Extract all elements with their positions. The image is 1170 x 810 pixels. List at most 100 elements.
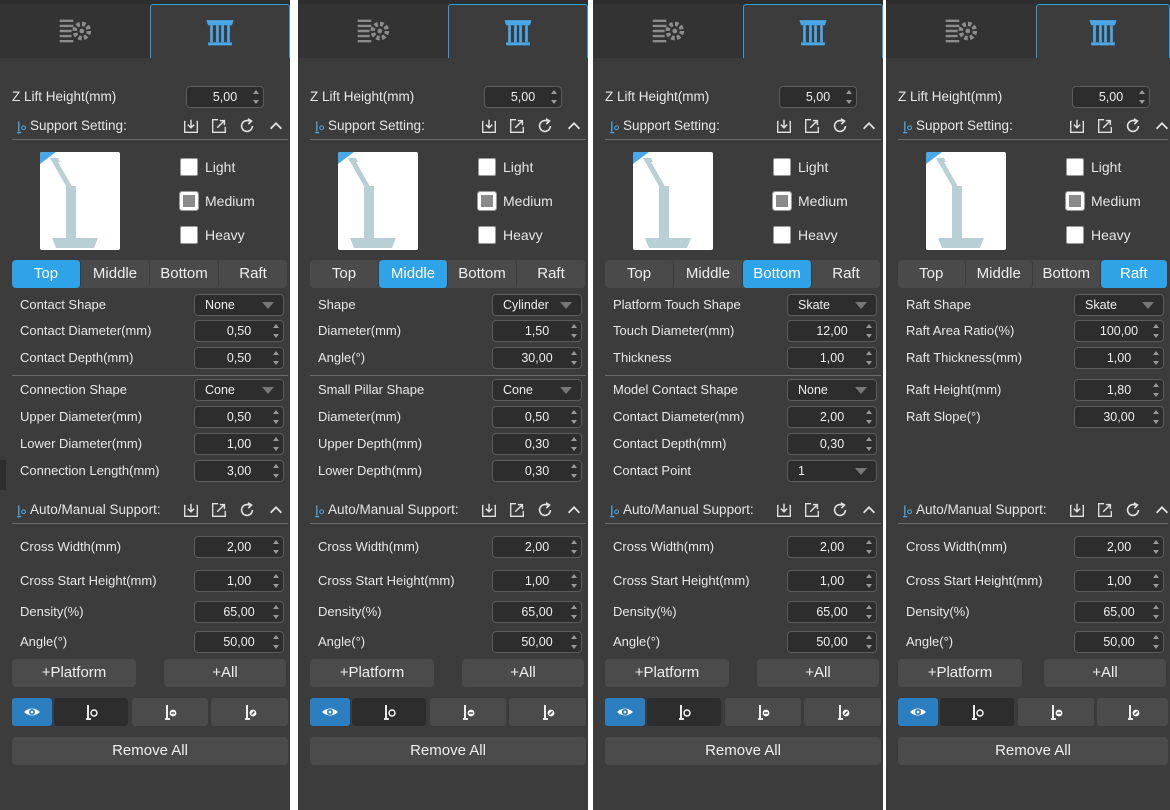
auto-setting-stepper[interactable]: 2,00 (194, 536, 284, 558)
tab-middle[interactable]: Middle (81, 260, 150, 288)
z-lift-input[interactable]: 5,00 (484, 86, 562, 108)
chevron-up-icon[interactable] (1153, 501, 1170, 519)
import-icon[interactable] (182, 501, 200, 519)
remove-support-button[interactable] (132, 698, 208, 726)
import-icon[interactable] (775, 501, 793, 519)
setting-stepper[interactable]: 12,00 (787, 320, 877, 342)
checkbox-box[interactable] (180, 226, 198, 244)
stepper-arrows-icon[interactable] (273, 410, 279, 424)
edit-support-button[interactable] (509, 698, 586, 726)
auto-setting-stepper[interactable]: 2,00 (1074, 536, 1164, 558)
export-icon[interactable] (210, 501, 228, 519)
tab-raft[interactable]: Raft (1100, 260, 1168, 288)
stepper-arrows-icon[interactable] (866, 574, 872, 588)
export-icon[interactable] (508, 117, 526, 135)
auto-setting-stepper[interactable]: 65,00 (492, 601, 582, 623)
setting-stepper[interactable]: 100,00 (1074, 320, 1164, 342)
checkbox-light[interactable]: Light (478, 156, 588, 180)
remove-support-button[interactable] (1018, 698, 1094, 726)
stepper-arrows-icon[interactable] (273, 464, 279, 478)
stepper-arrows-icon[interactable] (866, 351, 872, 365)
setting-dropdown[interactable]: 1 (787, 460, 877, 482)
checkbox-heavy[interactable]: Heavy (1066, 224, 1170, 248)
stepper-arrows-icon[interactable] (571, 540, 577, 554)
auto-setting-stepper[interactable]: 50,00 (1074, 631, 1164, 653)
setting-dropdown[interactable]: Cone (194, 379, 284, 401)
setting-dropdown[interactable]: Cylinder (492, 294, 582, 316)
tab-raft[interactable]: Raft (812, 260, 881, 288)
checkbox-medium[interactable]: Medium (477, 190, 588, 214)
tab-slice-settings[interactable] (0, 4, 150, 58)
refresh-icon[interactable] (238, 117, 256, 135)
tab-support-settings[interactable] (448, 4, 588, 58)
remove-all-button[interactable]: Remove All (605, 737, 881, 765)
tab-middle[interactable]: Middle (966, 260, 1033, 288)
refresh-icon[interactable] (238, 501, 256, 519)
setting-dropdown[interactable]: Skate (1074, 294, 1164, 316)
remove-all-button[interactable]: Remove All (898, 737, 1168, 765)
chevron-up-icon[interactable] (860, 501, 878, 519)
stepper-arrows-icon[interactable] (866, 605, 872, 619)
auto-setting-stepper[interactable]: 50,00 (787, 631, 877, 653)
tab-bottom[interactable]: Bottom (150, 260, 219, 288)
tab-top[interactable]: Top (898, 260, 966, 288)
stepper-arrows-icon[interactable] (866, 437, 872, 451)
tab-bottom[interactable]: Bottom (743, 260, 812, 288)
stepper-arrows-icon[interactable] (571, 324, 577, 338)
checkbox-heavy[interactable]: Heavy (773, 224, 883, 248)
refresh-icon[interactable] (831, 501, 849, 519)
stepper-arrows-icon[interactable] (571, 635, 577, 649)
stepper-arrows-icon[interactable] (1153, 540, 1159, 554)
setting-stepper[interactable]: 0,30 (492, 433, 582, 455)
stepper-arrows-icon[interactable] (273, 324, 279, 338)
export-icon[interactable] (210, 117, 228, 135)
import-icon[interactable] (182, 117, 200, 135)
checkbox-light[interactable]: Light (773, 156, 883, 180)
import-icon[interactable] (480, 117, 498, 135)
checkbox-light[interactable]: Light (1066, 156, 1170, 180)
stepper-arrows-icon[interactable] (273, 437, 279, 451)
stepper-arrows-icon[interactable] (846, 90, 852, 104)
stepper-arrows-icon[interactable] (1153, 410, 1159, 424)
stepper-arrows-icon[interactable] (571, 410, 577, 424)
tab-raft[interactable]: Raft (219, 260, 288, 288)
setting-dropdown[interactable]: None (787, 379, 877, 401)
checkbox-box[interactable] (773, 158, 791, 176)
export-icon[interactable] (803, 117, 821, 135)
eye-button[interactable] (12, 698, 52, 726)
checkbox-medium[interactable]: Medium (772, 190, 883, 214)
stepper-arrows-icon[interactable] (1139, 90, 1145, 104)
tab-slice-settings[interactable] (298, 4, 448, 58)
stepper-arrows-icon[interactable] (866, 540, 872, 554)
add-platform-button[interactable]: +Platform (898, 659, 1022, 687)
checkbox-medium[interactable]: Medium (179, 190, 290, 214)
checkbox-box[interactable] (772, 191, 792, 211)
refresh-icon[interactable] (1124, 117, 1142, 135)
auto-setting-stepper[interactable]: 65,00 (194, 601, 284, 623)
tab-top[interactable]: Top (310, 260, 379, 288)
checkbox-box[interactable] (1065, 191, 1085, 211)
checkbox-box[interactable] (478, 158, 496, 176)
add-platform-button[interactable]: +Platform (12, 659, 136, 687)
add-platform-button[interactable]: +Platform (605, 659, 729, 687)
tab-support-settings[interactable] (150, 4, 290, 58)
export-icon[interactable] (1096, 117, 1114, 135)
stepper-arrows-icon[interactable] (571, 437, 577, 451)
auto-setting-stepper[interactable]: 65,00 (787, 601, 877, 623)
setting-stepper[interactable]: 1,00 (787, 347, 877, 369)
add-support-button[interactable] (647, 698, 721, 726)
z-lift-input[interactable]: 5,00 (779, 86, 857, 108)
auto-setting-stepper[interactable]: 1,00 (1074, 570, 1164, 592)
stepper-arrows-icon[interactable] (866, 635, 872, 649)
edit-support-button[interactable] (1097, 698, 1168, 726)
stepper-arrows-icon[interactable] (571, 605, 577, 619)
auto-setting-stepper[interactable]: 1,00 (787, 570, 877, 592)
add-support-button[interactable] (352, 698, 426, 726)
tab-middle[interactable]: Middle (674, 260, 743, 288)
edit-support-button[interactable] (211, 698, 288, 726)
stepper-arrows-icon[interactable] (1153, 351, 1159, 365)
checkbox-box[interactable] (1066, 158, 1084, 176)
chevron-up-icon[interactable] (1153, 117, 1170, 135)
add-support-button[interactable] (54, 698, 128, 726)
setting-stepper[interactable]: 0,50 (492, 406, 582, 428)
